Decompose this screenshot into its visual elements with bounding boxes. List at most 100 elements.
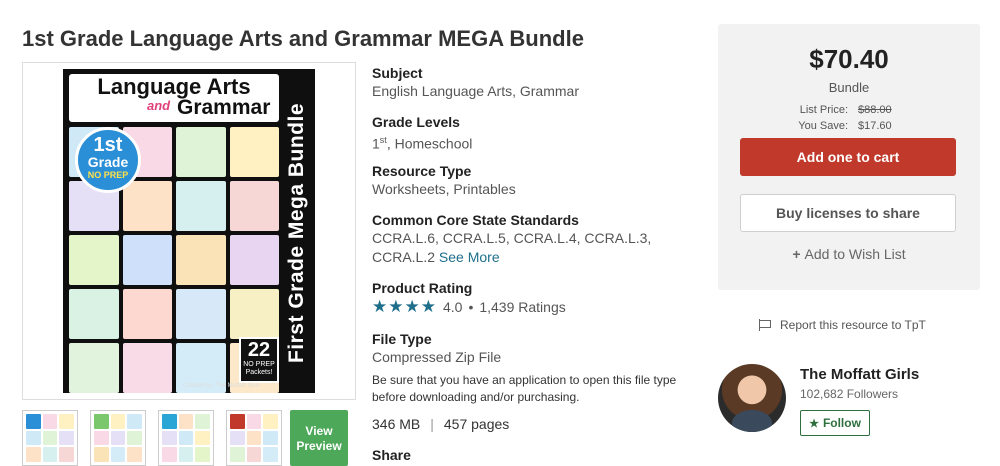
file-size: 346 MB bbox=[372, 416, 421, 432]
standards-line1[interactable]: CCRA.L.6, CCRA.L.5, CCRA.L.4, CCRA.L.3, bbox=[372, 229, 712, 248]
cover-worksheet-tile bbox=[176, 127, 226, 177]
subject-value[interactable]: English Language Arts, Grammar bbox=[372, 82, 712, 101]
thumbnail-cell bbox=[246, 430, 262, 446]
rating-value: 4.0 bbox=[442, 299, 463, 315]
thumbnail-cell bbox=[110, 414, 126, 429]
cover-side-text: First Grade Mega Bundle bbox=[285, 102, 309, 364]
thumbnail-cell bbox=[42, 430, 58, 446]
cover-worksheet-tile bbox=[176, 181, 226, 231]
seller-name[interactable]: The Moffatt Girls bbox=[800, 366, 919, 383]
grade-rest: , Homeschool bbox=[386, 135, 473, 152]
list-price-value: $88.00 bbox=[858, 104, 892, 116]
thumbnail-cell bbox=[195, 447, 210, 462]
report-label: Report this resource to TpT bbox=[780, 318, 926, 332]
seller-avatar[interactable] bbox=[718, 364, 786, 432]
thumbnail-strip bbox=[22, 410, 282, 466]
cover-badge-word: Grade bbox=[87, 154, 129, 170]
filetype-label: File Type bbox=[372, 331, 432, 347]
grade-number: 1 bbox=[372, 135, 380, 152]
grade-value[interactable]: 1st, Homeschool bbox=[372, 131, 712, 154]
thumbnail-cell bbox=[59, 447, 74, 462]
thumbnail-cell bbox=[162, 414, 177, 429]
cover-worksheet-tile bbox=[69, 235, 119, 285]
star-icon: ★ bbox=[809, 417, 819, 430]
cover-heading: Language Arts and Grammar bbox=[69, 74, 279, 122]
thumbnail-cell bbox=[94, 447, 109, 462]
thumbnail-cell bbox=[230, 430, 245, 446]
subject-section: Subject English Language Arts, Grammar bbox=[372, 64, 712, 101]
resource-value[interactable]: Worksheets, Printables bbox=[372, 180, 712, 199]
list-price-label: List Price: bbox=[799, 104, 848, 116]
savings-value: $17.60 bbox=[858, 120, 892, 132]
standards-line2-row: CCRA.L.2 See More bbox=[372, 248, 712, 267]
subject-label: Subject bbox=[372, 65, 423, 81]
product-thumbnail[interactable] bbox=[158, 410, 214, 466]
product-cover-image: Language Arts and Grammar 1st Grade NO P… bbox=[63, 69, 315, 393]
product-thumbnail[interactable] bbox=[90, 410, 146, 466]
thumbnail-cell bbox=[94, 414, 109, 429]
grade-label: Grade Levels bbox=[372, 114, 460, 130]
see-more-link[interactable]: See More bbox=[439, 249, 500, 265]
thumbnail-cell bbox=[195, 414, 210, 429]
thumbnail-cell bbox=[110, 447, 126, 462]
cover-credit: Created by: The Moffatt Girls bbox=[183, 383, 260, 389]
grade-suffix: st bbox=[379, 135, 387, 145]
product-title: 1st Grade Language Arts and Grammar MEGA… bbox=[22, 26, 584, 51]
thumbnail-cell bbox=[178, 414, 194, 429]
cover-worksheet-tile bbox=[176, 235, 226, 285]
product-cover-frame[interactable]: Language Arts and Grammar 1st Grade NO P… bbox=[22, 62, 356, 400]
cover-worksheet-tile bbox=[229, 289, 279, 339]
resource-label: Resource Type bbox=[372, 163, 472, 179]
cover-worksheet-tile bbox=[229, 235, 279, 285]
thumbnail-cell bbox=[263, 430, 278, 446]
cover-worksheet-tile bbox=[229, 127, 279, 177]
cover-badge-note: NO PREP bbox=[87, 170, 129, 180]
cover-worksheet-tile bbox=[176, 289, 226, 339]
resource-section: Resource Type Worksheets, Printables bbox=[372, 162, 712, 199]
product-thumbnail[interactable] bbox=[22, 410, 78, 466]
standards-line2[interactable]: CCRA.L.2 bbox=[372, 249, 435, 265]
report-resource-link[interactable]: Report this resource to TpT bbox=[758, 318, 926, 332]
product-thumbnail[interactable] bbox=[226, 410, 282, 466]
page-count: 457 pages bbox=[443, 416, 510, 432]
standards-label: Common Core State Standards bbox=[372, 212, 579, 228]
cover-packet-count: 22 NO PREP Packets! bbox=[239, 337, 279, 383]
cover-count-text: NO PREP Packets! bbox=[243, 361, 275, 376]
rating-label: Product Rating bbox=[372, 280, 473, 296]
cover-worksheet-tile bbox=[122, 181, 172, 231]
savings-label: You Save: bbox=[798, 120, 848, 132]
view-preview-button[interactable]: View Preview bbox=[290, 410, 348, 466]
cover-title-line2: Grammar bbox=[177, 96, 271, 119]
wishlist-label: Add to Wish List bbox=[804, 246, 906, 262]
cover-worksheet-tile bbox=[122, 235, 172, 285]
add-to-wishlist-link[interactable]: + Add to Wish List bbox=[718, 246, 980, 262]
flag-icon bbox=[758, 319, 772, 331]
follow-label: Follow bbox=[822, 416, 861, 430]
thumbnail-cell bbox=[42, 414, 58, 429]
share-label: Share bbox=[372, 447, 411, 463]
thumbnail-cell bbox=[162, 430, 177, 446]
plus-icon: + bbox=[792, 246, 801, 262]
follow-button[interactable]: ★ Follow bbox=[800, 410, 870, 436]
thumbnail-cell bbox=[178, 447, 194, 462]
cover-worksheet-tile bbox=[122, 343, 172, 393]
thumbnail-cell bbox=[59, 430, 74, 446]
thumbnail-cell bbox=[162, 447, 177, 462]
price: $70.40 bbox=[809, 44, 889, 74]
cover-worksheet-tile bbox=[122, 289, 172, 339]
rating-count: 1,439 Ratings bbox=[479, 299, 566, 315]
thumbnail-cell bbox=[127, 430, 142, 446]
thumbnail-cell bbox=[246, 447, 262, 462]
cover-grade-badge: 1st Grade NO PREP bbox=[75, 127, 141, 193]
thumbnail-cell bbox=[26, 430, 41, 446]
cover-worksheet-tile bbox=[69, 343, 119, 393]
thumbnail-cell bbox=[26, 447, 41, 462]
meta-separator: | bbox=[430, 416, 434, 432]
buy-licenses-button[interactable]: Buy licenses to share bbox=[740, 194, 956, 232]
rating-line[interactable]: ★★★★ 4.0 • 1,439 Ratings bbox=[372, 297, 712, 317]
add-to-cart-button[interactable]: Add one to cart bbox=[740, 138, 956, 176]
rating-stars-icon: ★★★★ bbox=[372, 297, 437, 316]
rating-section: Product Rating ★★★★ 4.0 • 1,439 Ratings bbox=[372, 279, 712, 317]
thumbnail-cell bbox=[230, 414, 245, 429]
cover-title-and: and bbox=[147, 98, 171, 113]
